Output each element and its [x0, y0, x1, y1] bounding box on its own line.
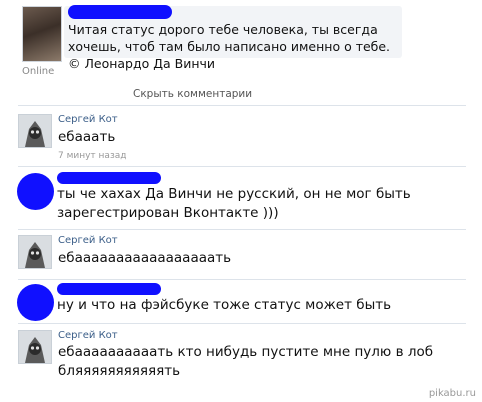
status-text: Читая статус дорого тебе человека, ты вс…: [68, 22, 391, 71]
comment-author[interactable]: Сергей Кот: [58, 330, 118, 341]
divider: [18, 229, 466, 230]
redacted-name: [68, 5, 172, 19]
comment-avatar[interactable]: [18, 114, 52, 148]
redacted-name: [57, 172, 161, 184]
divider: [18, 105, 466, 106]
comment-text: ебааааааааааааааааать: [58, 250, 232, 266]
status-avatar[interactable]: [22, 6, 62, 62]
divider: [18, 323, 466, 324]
comment-text: ты че хахах Да Винчи не русский, он не м…: [57, 186, 411, 221]
comment-text: ебаааааааааать кто нибудь пустите мне пу…: [58, 344, 434, 379]
comment-author[interactable]: Сергей Кот: [58, 235, 118, 246]
comment-avatar[interactable]: [18, 235, 52, 269]
comment-avatar[interactable]: [18, 330, 52, 364]
online-label: Online: [22, 66, 55, 77]
divider: [18, 166, 466, 167]
redacted-name: [57, 283, 161, 295]
comment-time[interactable]: 7 минут назад: [58, 151, 126, 161]
hide-comments-link[interactable]: Скрыть комментарии: [133, 88, 252, 100]
comment-text: ебааать: [58, 129, 116, 145]
redacted-avatar: [17, 284, 54, 321]
redacted-avatar: [17, 173, 54, 210]
comment-author[interactable]: Сергей Кот: [58, 114, 118, 125]
divider: [18, 279, 466, 280]
comment-text: ну и что на фэйсбуке тоже статус может б…: [57, 297, 392, 313]
watermark: pikabu.ru: [428, 388, 476, 399]
